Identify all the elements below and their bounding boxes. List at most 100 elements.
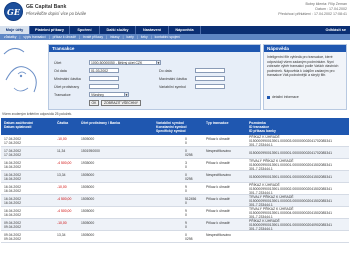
transaction-filter-panel: Transakce Účet 1000-50000050 - Běžný úče…: [48, 44, 261, 110]
to-date-label: Do data: [159, 69, 172, 73]
subnav-trvale-prikazy[interactable]: trvalé příkazy: [83, 35, 103, 39]
cell-date2: 16.04.2002: [4, 189, 21, 193]
tab-nastaveni[interactable]: Nastavení: [136, 26, 169, 34]
help-detail-link-label: detailní informace: [272, 95, 299, 99]
table-row[interactable]: 09.04.2002 09.04.2002 -10,00 1505000 9 0 Příka…: [1, 219, 349, 231]
table-row[interactable]: 16.04.2002 16.04.2002 -4 500,00 1505000 5124…: [1, 195, 349, 207]
transaction-type-label: Transakce: [54, 93, 71, 97]
cell-date2: 09.04.2002: [4, 225, 21, 229]
main-nav: Moje účty Platební příkazy Spoření Další…: [0, 26, 350, 34]
results-count: Všem zvoleným kritériím odpovídá 25 polo…: [2, 112, 73, 116]
bank-slogan: Přesvědčte dopisí více po bivále: [26, 11, 87, 16]
cell-constant-symbol: 0298: [185, 177, 193, 181]
table-row[interactable]: 16.04.2002 16.04.2002 -4 500,00 1505000 9 0 Př…: [1, 207, 349, 219]
show-all-button[interactable]: ZOBRAZIT VŠECHNY: [101, 100, 141, 106]
cell-amount: -10,00: [57, 185, 67, 189]
account-select[interactable]: 1000-50000050 - Běžný účet CZK ▼: [89, 60, 161, 65]
chevron-down-icon: ▼: [156, 60, 160, 65]
cell-type: Příkaz k úhradě: [206, 221, 230, 225]
table-row[interactable]: 16.04.2002 16.04.2002 13,34 1505000 0 0298 Nes…: [1, 171, 349, 183]
ge-logo-icon: GE: [4, 2, 23, 21]
subnav-vypis-transakci[interactable]: výpis transakcí: [23, 35, 45, 39]
header-date: Datum zaúčtování Datum splatnosti: [4, 121, 34, 129]
decorative-face-art: [3, 48, 37, 93]
cell-constant-symbol: 0: [185, 189, 187, 193]
cell-type: Nespecifikováno: [206, 233, 231, 237]
cell-amount: 13,34: [57, 233, 66, 237]
subnav-kontaktni-spojeni[interactable]: kontaktní spojení: [155, 35, 181, 39]
cell-type: Příkaz k úhradě: [206, 197, 230, 201]
to-date-field[interactable]: [195, 68, 225, 73]
tab-napoveda[interactable]: Nápověda: [169, 26, 201, 34]
subnav-seky[interactable]: šeky: [141, 35, 148, 39]
account-select-value: 1000-50000050 - Běžný účet CZK: [91, 60, 143, 65]
counter-account-field[interactable]: [89, 84, 119, 89]
table-row[interactable]: 17.04.2002 17.04.2002 -10,00 1505000 0 0 Příka…: [1, 135, 349, 147]
transactions-table: Datum zaúčtování Datum splatnosti Částka…: [1, 118, 349, 243]
cell-constant-symbol: 0298: [185, 237, 193, 241]
help-text: Inteligentní filtr vyhledá pro transakce…: [267, 55, 339, 78]
ok-button[interactable]: OK: [89, 100, 99, 106]
cell-account: 1505000: [81, 221, 95, 225]
logout-link[interactable]: Odhlásit se: [326, 26, 350, 34]
from-date-label: Od data: [54, 69, 67, 73]
cell-constant-symbol: 0298: [185, 153, 193, 157]
cell-date2: 16.04.2002: [4, 201, 21, 205]
cell-amount: 11,34: [57, 149, 66, 153]
table-header: Datum zaúčtování Datum splatnosti Částka…: [1, 118, 349, 135]
table-row[interactable]: 16.04.2002 16.04.2002 -10,00 1505000 9 0 Příka…: [1, 183, 349, 195]
tab-platebni-prikazy[interactable]: Platební příkazy: [30, 26, 70, 34]
help-panel: Nápověda Inteligentní filtr vyhledá pro …: [263, 44, 347, 110]
bullet-icon: [267, 95, 270, 99]
min-amount-field[interactable]: [89, 76, 119, 81]
cell-account: 1935000: [81, 161, 95, 165]
cell-amount: -4 500,00: [57, 161, 72, 165]
cell-constant-symbol: 0: [185, 165, 187, 169]
cell-type: Příkaz k úhradě: [206, 209, 230, 213]
counter-account-label: Účet protistrany: [54, 85, 80, 89]
subnav-prikaz-k-uhrade[interactable]: příkaz k úhradě: [53, 35, 76, 39]
cell-account: 1505000: [81, 137, 95, 141]
subnav-zustatky[interactable]: zůstatky: [4, 35, 16, 39]
cell-amount: -10,00: [57, 221, 67, 225]
from-date-field[interactable]: 01.03.2002: [89, 68, 119, 73]
help-title: Nápověda: [264, 45, 346, 52]
table-row[interactable]: 16.04.2002 16.04.2002 -4 500,00 1935000 3 0 Př…: [1, 159, 349, 171]
cell-type: Příkaz k úhradě: [206, 137, 230, 141]
cell-date2: 16.04.2002: [4, 165, 21, 169]
header-account: Účet protistrany / Banka: [81, 121, 121, 125]
cell-date2: 16.04.2002: [4, 177, 21, 181]
cell-transaction-id: 0150000990013901.000001.0000000020417020…: [249, 151, 332, 155]
cell-amount: -4 500,00: [57, 209, 72, 213]
max-amount-field[interactable]: [195, 76, 225, 81]
subnav-inkasy[interactable]: inkasy: [110, 35, 120, 39]
cell-account: 1505000: [81, 209, 95, 213]
subnav-karty[interactable]: karty: [127, 35, 134, 39]
cell-amount: 13,34: [57, 173, 66, 177]
tab-moje-ucty[interactable]: Moje účty: [0, 26, 30, 34]
cell-transaction-id: 0150000990013901.000001.0000000020415020…: [249, 175, 332, 179]
cell-amount: -10,00: [57, 137, 67, 141]
session-last-login: Předchozí přihlášení : 17.04.2002 17:08:…: [278, 12, 347, 16]
cell-constant-symbol: 0: [185, 213, 187, 217]
transaction-type-select[interactable]: Všechny ▼: [89, 92, 129, 97]
cell-constant-symbol: 0: [185, 141, 187, 145]
cell-account: 1505000: [81, 185, 95, 189]
table-row[interactable]: 09.04.2002 09.04.2002 13,34 1505000 0 0298 Nes…: [1, 231, 349, 243]
tab-dalsi-sluzby[interactable]: Další služby: [100, 26, 136, 34]
cell-type: Příkaz k úhradě: [206, 161, 230, 165]
cell-account: 1501950000: [81, 149, 100, 153]
cell-type: Nespecifikováno: [206, 149, 231, 153]
transaction-type-value: Všechny: [91, 92, 105, 97]
variable-symbol-field[interactable]: [195, 84, 225, 89]
header-type: Typ transakce: [206, 121, 229, 125]
help-detail-link[interactable]: detailní informace: [267, 95, 299, 99]
cell-account: 1505000: [81, 173, 95, 177]
cell-date2: 17.04.2002: [4, 153, 21, 157]
cell-type: Nespecifikováno: [206, 173, 231, 177]
cell-date2: 16.04.2002: [4, 213, 21, 217]
cell-account: 1505000: [81, 233, 95, 237]
table-row[interactable]: 17.04.2002 17.04.2002 11,34 1501950000 0 0298…: [1, 147, 349, 159]
tab-sporeni[interactable]: Spoření: [70, 26, 100, 34]
header-amount: Částka: [57, 121, 69, 125]
